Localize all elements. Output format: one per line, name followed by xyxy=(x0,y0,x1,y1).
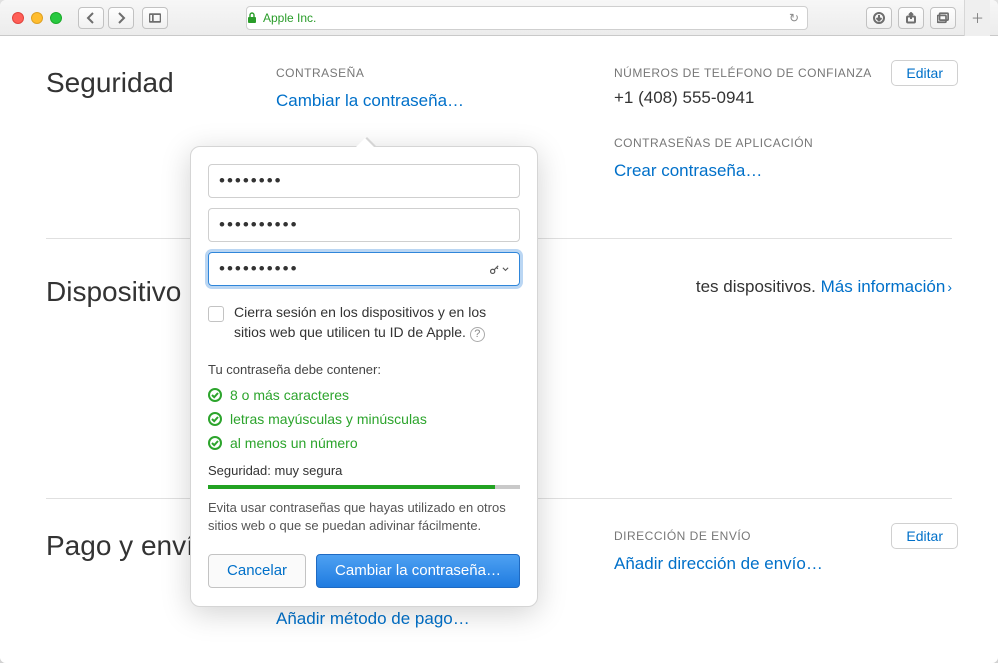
shipping-header: DIRECCIÓN DE ENVÍO xyxy=(614,529,922,543)
rule-item: al menos un número xyxy=(208,435,520,451)
rules-title: Tu contraseña debe contener: xyxy=(208,362,520,377)
window-controls xyxy=(8,12,70,24)
signout-checkbox-row: Cierra sesión en los dispositivos y en l… xyxy=(208,303,520,342)
current-password-field[interactable]: •••••••• xyxy=(208,164,520,198)
address-bar[interactable]: Apple Inc. ↻ xyxy=(246,6,808,30)
browser-toolbar: Apple Inc. ↻ ＋ xyxy=(0,0,998,36)
phone-number: +1 (408) 555-0941 xyxy=(614,88,922,108)
popover-actions: Cancelar Cambiar la contraseña… xyxy=(208,554,520,588)
devices-text: tes dispositivos. Más información› xyxy=(696,275,952,300)
password-header: CONTRASEÑA xyxy=(276,66,584,80)
chevron-down-icon xyxy=(502,266,509,273)
rule-item: letras mayúsculas y minúsculas xyxy=(208,411,520,427)
lock-icon xyxy=(247,12,257,24)
cancel-button[interactable]: Cancelar xyxy=(208,554,306,588)
edit-security-button[interactable]: Editar xyxy=(891,60,958,86)
new-tab-button[interactable]: ＋ xyxy=(964,0,990,36)
sidebar-button[interactable] xyxy=(142,7,168,29)
chevron-right-icon: › xyxy=(947,279,952,295)
strength-label: Seguridad: muy segura xyxy=(208,463,520,478)
change-password-popover: •••••••• •••••••••• •••••••••• Cierra se… xyxy=(190,146,538,607)
downloads-button[interactable] xyxy=(866,7,892,29)
share-button[interactable] xyxy=(898,7,924,29)
change-password-link[interactable]: Cambiar la contraseña… xyxy=(276,88,584,114)
add-payment-method-link[interactable]: Añadir método de pago… xyxy=(276,606,584,632)
phones-header: NÚMEROS DE TELÉFONO DE CONFIANZA xyxy=(614,66,922,80)
browser-window: Apple Inc. ↻ ＋ Seguridad CONTRASEÑA Camb… xyxy=(0,0,998,663)
add-shipping-link[interactable]: Añadir dirección de envío… xyxy=(614,551,922,577)
signout-label: Cierra sesión en los dispositivos y en l… xyxy=(234,303,520,342)
app-passwords-header: CONTRASEÑAS DE APLICACIÓN xyxy=(614,136,922,150)
back-button[interactable] xyxy=(78,7,104,29)
rule-item: 8 o más caracteres xyxy=(208,387,520,403)
reload-icon[interactable]: ↻ xyxy=(781,11,807,25)
change-password-button[interactable]: Cambiar la contraseña… xyxy=(316,554,520,588)
strength-meter-fill xyxy=(208,485,495,489)
signout-checkbox[interactable] xyxy=(208,306,224,322)
address-label: Apple Inc. xyxy=(263,11,316,25)
check-icon xyxy=(208,388,222,402)
minimize-icon[interactable] xyxy=(31,12,43,24)
more-info-link[interactable]: Más información› xyxy=(821,277,952,296)
check-icon xyxy=(208,436,222,450)
tabs-button[interactable] xyxy=(930,7,956,29)
check-icon xyxy=(208,412,222,426)
new-password-field[interactable]: •••••••••• xyxy=(208,208,520,242)
confirm-password-field[interactable]: •••••••••• xyxy=(208,252,520,286)
password-advice: Evita usar contraseñas que hayas utiliza… xyxy=(208,499,520,535)
create-app-password-link[interactable]: Crear contraseña… xyxy=(614,158,922,184)
password-key-icon[interactable] xyxy=(489,264,509,275)
maximize-icon[interactable] xyxy=(50,12,62,24)
close-icon[interactable] xyxy=(12,12,24,24)
edit-payment-button[interactable]: Editar xyxy=(891,523,958,549)
strength-meter xyxy=(208,485,520,489)
forward-button[interactable] xyxy=(108,7,134,29)
help-icon[interactable]: ? xyxy=(470,327,485,342)
page-content: Seguridad CONTRASEÑA Cambiar la contrase… xyxy=(0,36,998,663)
